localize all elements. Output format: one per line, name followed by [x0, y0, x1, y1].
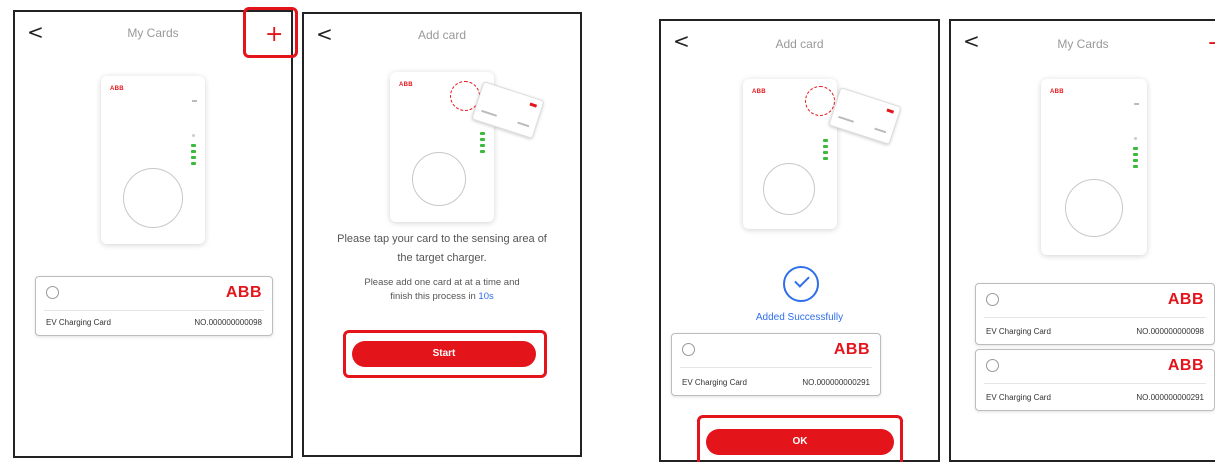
card-item[interactable]: ABB EV Charging Card NO.000000000098: [35, 276, 273, 336]
charger-image: ABB: [1041, 79, 1147, 255]
card-name: EV Charging Card: [46, 318, 111, 327]
charger-logo: ABB: [110, 86, 124, 92]
radio-unselected-icon[interactable]: [46, 286, 59, 299]
card-number: NO.000000000098: [194, 318, 262, 327]
card-number: NO.000000000098: [1136, 327, 1204, 336]
tap-target-icon: [805, 86, 835, 116]
sensing-area-icon: [412, 152, 466, 206]
card-number: NO.000000000291: [1136, 393, 1204, 402]
led-indicator-icon: [1133, 147, 1138, 171]
card-brand-logo: ABB: [833, 341, 870, 358]
sensing-area-icon: [123, 168, 183, 228]
note-line-1: Please add one card at at a time and: [364, 277, 520, 288]
plus-icon[interactable]: +: [1207, 33, 1215, 55]
instruction-line-1: Please tap your card to the sensing area…: [337, 233, 547, 245]
led-indicator-icon: [191, 144, 196, 168]
instruction-line-2: the target charger.: [397, 252, 487, 264]
check-circle-icon: [783, 266, 819, 302]
card-item[interactable]: ABB EV Charging Card NO.000000000291: [671, 333, 881, 396]
page-title: Add card: [775, 37, 824, 51]
page-title: Add card: [417, 28, 467, 42]
sensing-area-icon: [1065, 179, 1123, 237]
card-item[interactable]: ABB EV Charging Card NO.000000000291: [975, 349, 1215, 411]
card-name: EV Charging Card: [986, 393, 1051, 402]
ok-button-highlight: [697, 415, 903, 462]
countdown-time: 10s: [478, 291, 494, 302]
charger-logo: ABB: [1050, 89, 1064, 95]
screen-add-card-success: < Add card ABB Added Successfully ABB EV…: [659, 19, 940, 462]
start-button-highlight: [343, 330, 547, 378]
card-brand-logo: ABB: [1167, 357, 1204, 374]
charger-logo: ABB: [399, 82, 413, 88]
card-item[interactable]: ABB EV Charging Card NO.000000000098: [975, 283, 1215, 345]
charger-image: ABB: [101, 76, 205, 244]
led-indicator-icon: [480, 132, 485, 156]
radio-unselected-icon[interactable]: [986, 359, 999, 372]
radio-unselected-icon[interactable]: [682, 343, 695, 356]
page-title: My Cards: [1057, 37, 1109, 51]
screen-add-card: < Add card ABB Please tap your card to t…: [302, 12, 582, 457]
charger-logo: ABB: [752, 89, 766, 95]
radio-unselected-icon[interactable]: [986, 293, 999, 306]
card-brand-logo: ABB: [1167, 291, 1204, 308]
sensing-area-icon: [763, 163, 815, 215]
led-indicator-icon: [823, 139, 828, 163]
screen-my-cards-updated: < My Cards + ABB ABB EV Charging Card NO…: [949, 19, 1215, 462]
add-button-highlight: [243, 7, 298, 58]
note-line-2: finish this process in 10s: [390, 291, 494, 302]
success-message: Added Successfully: [755, 312, 844, 323]
card-number: NO.000000000291: [802, 378, 870, 387]
card-tap-icon: [828, 87, 902, 145]
card-name: EV Charging Card: [682, 378, 747, 387]
screen-my-cards: < My Cards + ABB ABB EV Charging Card NO…: [13, 10, 293, 458]
card-name: EV Charging Card: [986, 327, 1051, 336]
card-brand-logo: ABB: [225, 284, 262, 301]
